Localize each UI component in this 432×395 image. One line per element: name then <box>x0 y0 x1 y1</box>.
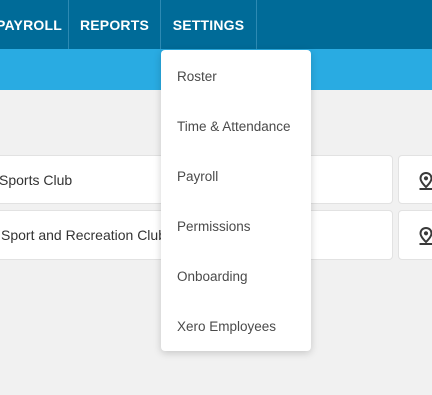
location-name: Sport and Recreation Club <box>1 227 166 243</box>
map-pin-icon <box>419 227 432 245</box>
menu-item-roster[interactable]: Roster <box>161 51 311 101</box>
location-map-button[interactable] <box>398 155 432 204</box>
menu-item-permissions[interactable]: Permissions <box>161 201 311 251</box>
location-name: Sports Club <box>0 171 73 188</box>
menu-item-time-attendance[interactable]: Time & Attendance <box>161 101 311 151</box>
settings-dropdown-menu: Roster Time & Attendance Payroll Permiss… <box>161 50 311 351</box>
menu-item-xero-employees[interactable]: Xero Employees <box>161 301 311 351</box>
nav-settings[interactable]: SETTINGS <box>161 0 256 49</box>
nav-reports[interactable]: REPORTS <box>69 0 160 49</box>
nav-divider <box>256 0 257 49</box>
menu-item-onboarding[interactable]: Onboarding <box>161 251 311 301</box>
top-navigation: PAYROLL REPORTS SETTINGS <box>0 0 432 49</box>
location-map-button[interactable] <box>398 210 432 260</box>
nav-payroll[interactable]: PAYROLL <box>0 0 68 49</box>
map-pin-icon <box>419 172 432 190</box>
menu-item-payroll[interactable]: Payroll <box>161 151 311 201</box>
